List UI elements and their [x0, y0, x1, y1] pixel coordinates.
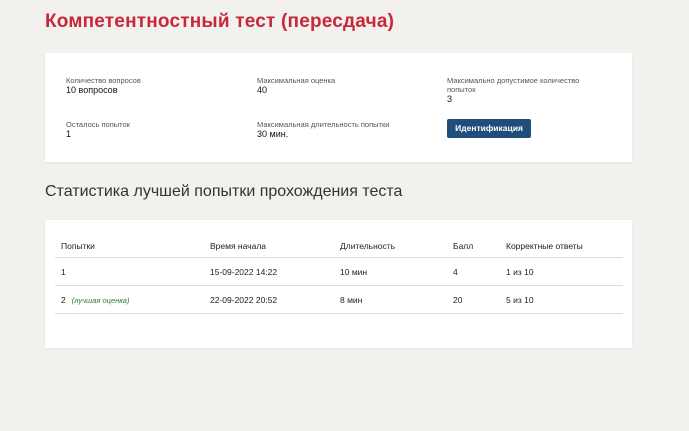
correct-answers-cell: 1 из 10	[500, 257, 623, 286]
column-header-start-time: Время начала	[204, 235, 334, 258]
correct-answers-cell: 5 из 10	[500, 285, 623, 314]
table-row: 2 (лучшая оценка) 22-09-2022 20:52 8 мин …	[55, 285, 623, 314]
table-header-row: Попытки Время начала Длительность Балл К…	[55, 235, 623, 258]
score-cell: 4	[447, 257, 500, 286]
max-score-value: 40	[257, 85, 268, 95]
attempts-table: Попытки Время начала Длительность Балл К…	[55, 235, 623, 314]
attempts-left-value: 1	[66, 129, 72, 139]
column-header-attempts: Попытки	[55, 235, 204, 258]
max-duration-field: Максимальная длительность попытки 30 мин…	[257, 120, 427, 140]
score-cell: 20	[447, 285, 500, 314]
attempt-number: 1	[61, 266, 66, 277]
test-info-card: Количество вопросов 10 вопросов Максимал…	[45, 53, 632, 162]
column-header-correct-answers: Корректные ответы	[500, 235, 623, 258]
page: Компетентностный тест (пересдача) Количе…	[0, 0, 689, 431]
attempt-number: 2	[61, 294, 66, 305]
identify-button[interactable]: Идентификация	[447, 119, 531, 138]
attempts-left-label: Осталось попыток	[66, 120, 130, 129]
table-row: 1 15-09-2022 14:22 10 мин 4 1 из 10	[55, 257, 623, 286]
max-attempts-value: 3	[447, 94, 453, 104]
question-count-label: Количество вопросов	[66, 76, 141, 85]
max-attempts-label: Максимально допустимое количество попыто…	[447, 76, 580, 94]
column-header-score: Балл	[447, 235, 500, 258]
question-count-value: 10 вопросов	[66, 85, 118, 95]
start-time-cell: 15-09-2022 14:22	[204, 257, 334, 286]
max-score-field: Максимальная оценка 40	[257, 76, 427, 96]
attempts-left-field: Осталось попыток 1	[66, 120, 236, 140]
duration-cell: 8 мин	[334, 285, 447, 314]
stats-section-title: Статистика лучшей попытки прохождения те…	[45, 183, 403, 200]
column-header-duration: Длительность	[334, 235, 447, 258]
attempt-number-cell: 1	[55, 257, 204, 286]
stats-card: Попытки Время начала Длительность Балл К…	[45, 220, 632, 348]
duration-cell: 10 мин	[334, 257, 447, 286]
max-attempts-field: Максимально допустимое количество попыто…	[447, 76, 607, 105]
page-title: Компетентностный тест (пересдача)	[45, 11, 395, 32]
start-time-cell: 22-09-2022 20:52	[204, 285, 334, 314]
max-score-label: Максимальная оценка	[257, 76, 336, 85]
max-duration-value: 30 мин.	[257, 129, 289, 139]
max-duration-label: Максимальная длительность попытки	[257, 120, 390, 129]
question-count-field: Количество вопросов 10 вопросов	[66, 76, 236, 96]
best-score-note: (лучшая оценка)	[71, 295, 130, 305]
attempt-number-cell: 2 (лучшая оценка)	[55, 285, 204, 314]
